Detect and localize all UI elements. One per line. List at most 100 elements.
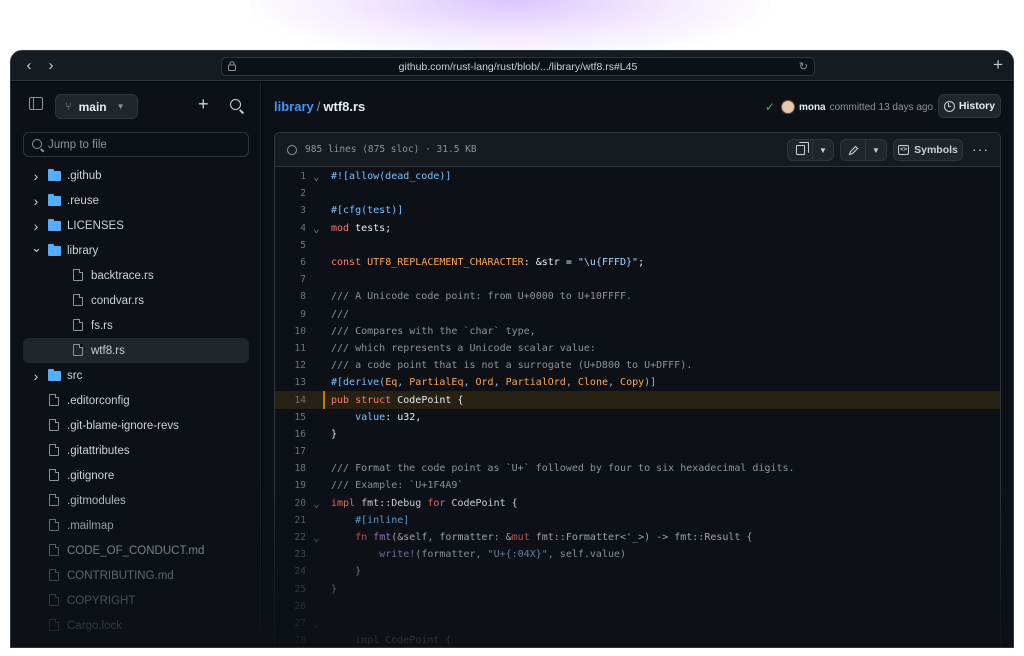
code-line[interactable]: 18 /// Format the code point as `U+` foll… xyxy=(275,460,1000,477)
code-line[interactable]: 19 /// Example: `U+1F4A9` xyxy=(275,477,1000,494)
code-line[interactable]: 11 /// which represents a Unicode scalar … xyxy=(275,340,1000,357)
code-line[interactable]: 26 xyxy=(275,598,1000,615)
line-number[interactable]: 7 xyxy=(275,274,306,285)
tree-folder[interactable]: ⌄ library xyxy=(23,238,249,263)
line-number[interactable]: 15 xyxy=(275,412,306,423)
code-line[interactable]: 13 #[derive(Eq, PartialEq, Ord, PartialOr… xyxy=(275,374,1000,391)
tree-file[interactable]: .gitmodules xyxy=(23,488,249,513)
fold-chevron-icon[interactable]: ⌄ xyxy=(313,170,320,183)
code-line[interactable]: 21 #[inline] xyxy=(275,512,1000,529)
line-number[interactable]: 4 xyxy=(275,223,306,234)
add-file-button[interactable]: + xyxy=(198,94,209,115)
fold-chevron-icon[interactable]: ⌄ xyxy=(313,617,320,630)
copy-options-button[interactable]: ▼ xyxy=(812,139,834,161)
tree-file[interactable]: .gitignore xyxy=(23,463,249,488)
more-options-button[interactable]: ··· xyxy=(972,141,989,157)
line-number[interactable]: 12 xyxy=(275,360,306,371)
forward-button[interactable]: › xyxy=(41,57,61,74)
tree-folder[interactable]: › .github xyxy=(23,163,249,188)
line-number[interactable]: 9 xyxy=(275,309,306,320)
line-number[interactable]: 17 xyxy=(275,446,306,457)
code-line[interactable]: 8 /// A Unicode code point: from U+0000 t… xyxy=(275,288,1000,305)
tree-file[interactable]: .mailmap xyxy=(23,513,249,538)
line-number[interactable]: 2 xyxy=(275,188,306,199)
code-line[interactable]: 15 value: u32, xyxy=(275,409,1000,426)
line-number[interactable]: 26 xyxy=(275,601,306,612)
tree-folder[interactable]: › LICENSES xyxy=(23,213,249,238)
fold-chevron-icon[interactable]: ⌄ xyxy=(313,222,320,235)
line-number[interactable]: 3 xyxy=(275,205,306,216)
code-line[interactable]: 14 pub struct CodePoint { xyxy=(275,391,1000,409)
code-line[interactable]: 1 ⌄ #![allow(dead_code)] xyxy=(275,168,1000,185)
back-button[interactable]: ‹ xyxy=(19,57,39,74)
tree-file[interactable]: COPYRIGHT xyxy=(23,588,249,613)
code-line[interactable]: 5 xyxy=(275,237,1000,254)
fold-chevron-icon[interactable]: ⌄ xyxy=(313,497,320,510)
line-number[interactable]: 14 xyxy=(275,395,306,406)
code-line[interactable]: 2 xyxy=(275,185,1000,202)
line-number[interactable]: 18 xyxy=(275,463,306,474)
line-number[interactable]: 25 xyxy=(275,584,306,595)
tree-file[interactable]: .gitattributes xyxy=(23,438,249,463)
line-number[interactable]: 10 xyxy=(275,326,306,337)
chevron-right-icon[interactable]: › xyxy=(31,218,41,234)
branch-selector[interactable]: ⑂ main ▼ xyxy=(55,94,138,119)
chevron-down-icon[interactable]: ⌄ xyxy=(31,240,42,256)
new-tab-button[interactable]: + xyxy=(993,56,1003,74)
line-number[interactable]: 27 xyxy=(275,618,306,629)
tree-folder[interactable]: › src xyxy=(23,363,249,388)
reload-icon[interactable]: ↻ xyxy=(799,60,808,73)
code-line[interactable]: 6 const UTF8_REPLACEMENT_CHARACTER: &str … xyxy=(275,254,1000,271)
tree-file[interactable]: wtf8.rs xyxy=(23,338,249,363)
code-line[interactable]: 4 ⌄ mod tests; xyxy=(275,220,1000,237)
address-bar[interactable]: github.com/rust-lang/rust/blob/.../libra… xyxy=(221,57,815,76)
search-icon[interactable] xyxy=(230,99,241,110)
tree-file[interactable]: CODE_OF_CONDUCT.md xyxy=(23,538,249,563)
tree-file[interactable]: .git-blame-ignore-revs xyxy=(23,413,249,438)
code-line[interactable]: 9 /// xyxy=(275,306,1000,323)
line-number[interactable]: 1 xyxy=(275,171,306,182)
code-line[interactable]: 25} xyxy=(275,581,1000,598)
edit-options-button[interactable]: ▼ xyxy=(865,139,887,161)
line-number[interactable]: 28 xyxy=(275,635,306,646)
code-line[interactable]: 20 ⌄ impl fmt::Debug for CodePoint { xyxy=(275,495,1000,512)
breadcrumb-folder-link[interactable]: library xyxy=(274,99,314,114)
edit-button[interactable] xyxy=(840,139,866,161)
tree-file[interactable]: .editorconfig xyxy=(23,388,249,413)
code-line[interactable]: 3 #[cfg(test)] xyxy=(275,202,1000,219)
symbols-button[interactable]: <> Symbols xyxy=(893,139,963,161)
line-number[interactable]: 22 xyxy=(275,532,306,543)
line-number[interactable]: 5 xyxy=(275,240,306,251)
code-line[interactable]: 22 ⌄ fn fmt(&self, formatter: &mut fmt::F… xyxy=(275,529,1000,546)
line-number[interactable]: 16 xyxy=(275,429,306,440)
code-line[interactable]: 23 write!(formatter, "U+{:04X}", self.va… xyxy=(275,546,1000,563)
code-line[interactable]: 12 /// a code point that is not a surroga… xyxy=(275,357,1000,374)
collapse-sidebar-icon[interactable] xyxy=(29,97,43,110)
code-line[interactable]: 28 impl CodePoint { xyxy=(275,632,1000,647)
avatar[interactable] xyxy=(780,100,795,114)
line-number[interactable]: 19 xyxy=(275,480,306,491)
chevron-right-icon[interactable]: › xyxy=(31,168,41,184)
line-number[interactable]: 6 xyxy=(275,257,306,268)
chevron-right-icon[interactable]: › xyxy=(31,193,41,209)
line-number[interactable]: 13 xyxy=(275,377,306,388)
tree-file[interactable]: CONTRIBUTING.md xyxy=(23,563,249,588)
tree-file[interactable]: fs.rs xyxy=(23,313,249,338)
line-number[interactable]: 23 xyxy=(275,549,306,560)
tree-file[interactable]: condvar.rs xyxy=(23,288,249,313)
jump-to-file-input[interactable]: Jump to file xyxy=(23,132,249,157)
code-line[interactable]: 10 /// Compares with the `char` type, xyxy=(275,323,1000,340)
code-line[interactable]: 17 xyxy=(275,443,1000,460)
line-number[interactable]: 11 xyxy=(275,343,306,354)
line-number[interactable]: 24 xyxy=(275,566,306,577)
code-line[interactable]: 7 xyxy=(275,271,1000,288)
tree-folder[interactable]: › .reuse xyxy=(23,188,249,213)
line-number[interactable]: 20 xyxy=(275,498,306,509)
fold-chevron-icon[interactable]: ⌄ xyxy=(313,531,320,544)
line-number[interactable]: 21 xyxy=(275,515,306,526)
code-line[interactable]: 27 ⌄ xyxy=(275,615,1000,632)
code-line[interactable]: 24 } xyxy=(275,563,1000,580)
chevron-right-icon[interactable]: › xyxy=(31,368,41,384)
tree-file[interactable]: Cargo.lock xyxy=(23,613,249,638)
history-button[interactable]: History xyxy=(938,94,1001,118)
